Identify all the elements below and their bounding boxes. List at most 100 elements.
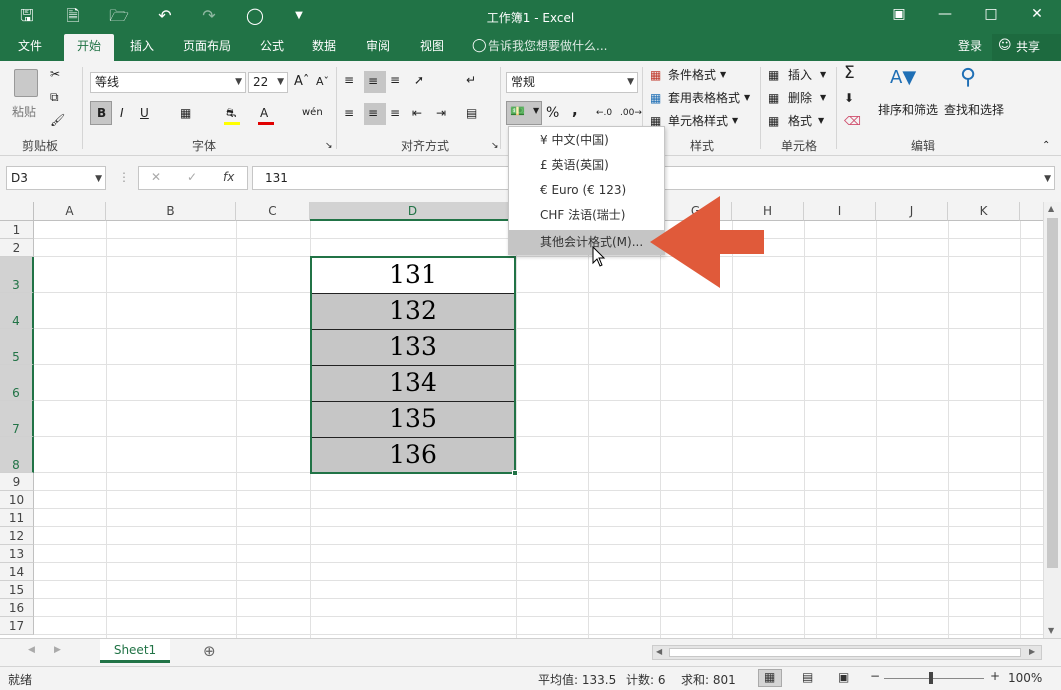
- row-header[interactable]: 6: [0, 365, 34, 401]
- cell-d3[interactable]: 131: [312, 260, 514, 289]
- underline-button[interactable]: U: [140, 104, 149, 122]
- zoom-slider-thumb[interactable]: [929, 672, 933, 684]
- decrease-indent-icon[interactable]: ⇤: [412, 104, 422, 122]
- tab-file[interactable]: 文件: [8, 34, 52, 61]
- vertical-scrollbar[interactable]: ▲ ▼: [1043, 202, 1061, 638]
- font-name-select[interactable]: 等线 ▼: [90, 72, 246, 93]
- fill-icon[interactable]: ⬇: [844, 89, 854, 107]
- orientation-icon[interactable]: ➚: [414, 71, 424, 89]
- merge-center-icon[interactable]: ▤: [466, 104, 477, 122]
- tab-review[interactable]: 审阅: [356, 34, 400, 61]
- horizontal-scrollbar[interactable]: ◀ ▶: [652, 645, 1042, 660]
- h-scroll-thumb[interactable]: [669, 648, 1021, 657]
- insert-cells-button[interactable]: 插入: [788, 66, 812, 84]
- align-left-icon[interactable]: ≡: [344, 104, 354, 122]
- cell-d7[interactable]: 135: [312, 404, 514, 433]
- next-sheet-icon[interactable]: ▶: [54, 645, 61, 655]
- column-header[interactable]: D: [310, 202, 516, 221]
- scroll-up-icon[interactable]: ▲: [1048, 204, 1054, 213]
- scroll-left-icon[interactable]: ◀: [656, 647, 662, 656]
- login-link[interactable]: 登录: [950, 34, 990, 61]
- font-size-select[interactable]: 22 ▼: [248, 72, 288, 93]
- row-header[interactable]: 17: [0, 617, 34, 635]
- row-header[interactable]: 5: [0, 329, 34, 365]
- menu-item-cny[interactable]: ¥ 中文(中国): [509, 128, 664, 153]
- copy-icon[interactable]: ⧉: [50, 88, 59, 106]
- insert-function-button[interactable]: fx: [223, 170, 234, 184]
- align-bottom-icon[interactable]: ≡: [390, 71, 400, 89]
- tab-insert[interactable]: 插入: [120, 34, 164, 61]
- cell-styles-button[interactable]: 单元格样式: [668, 112, 728, 130]
- cut-icon[interactable]: ✂: [50, 65, 60, 83]
- delete-cells-button[interactable]: 删除: [788, 89, 812, 107]
- row-header[interactable]: 10: [0, 491, 34, 509]
- row-header[interactable]: 11: [0, 509, 34, 527]
- cell-d6[interactable]: 134: [312, 368, 514, 397]
- scroll-thumb[interactable]: [1047, 218, 1058, 568]
- borders-icon[interactable]: ▦: [180, 104, 191, 122]
- row-header[interactable]: 16: [0, 599, 34, 617]
- phonetic-icon[interactable]: wén: [302, 104, 323, 122]
- select-all-button[interactable]: [0, 202, 34, 221]
- find-select-button[interactable]: ⚲ 查找和选择: [942, 65, 1006, 121]
- row-header[interactable]: 4: [0, 293, 34, 329]
- scroll-right-icon[interactable]: ▶: [1029, 647, 1035, 656]
- comma-button[interactable]: ,: [572, 101, 578, 119]
- page-break-view-icon[interactable]: ▣: [838, 670, 849, 684]
- dialog-launcher-icon[interactable]: ↘: [491, 137, 499, 155]
- cancel-icon[interactable]: ✕: [151, 170, 161, 184]
- conditional-format-button[interactable]: 条件格式: [668, 66, 716, 84]
- increase-decimal-icon[interactable]: ←.0: [596, 104, 612, 122]
- share-button[interactable]: ☺ 共享: [992, 34, 1061, 61]
- accounting-format-button[interactable]: 💵 ▼: [506, 101, 542, 125]
- column-header[interactable]: C: [236, 202, 310, 221]
- zoom-out-icon[interactable]: −: [870, 669, 880, 683]
- align-right-icon[interactable]: ≡: [390, 104, 400, 122]
- menu-item-gbp[interactable]: £ 英语(英国): [509, 153, 664, 178]
- row-header[interactable]: 3: [0, 257, 34, 293]
- row-header[interactable]: 7: [0, 401, 34, 437]
- align-top-icon[interactable]: ≡: [344, 71, 354, 89]
- fill-color-icon[interactable]: ⛐: [226, 104, 236, 122]
- row-header[interactable]: 14: [0, 563, 34, 581]
- column-header[interactable]: I: [804, 202, 876, 221]
- tell-me-input[interactable]: 告诉我您想要做什么...: [488, 34, 628, 61]
- sort-filter-button[interactable]: A▼ 排序和筛选: [876, 65, 940, 121]
- ribbon-display-icon[interactable]: ▣: [884, 6, 914, 22]
- add-sheet-icon[interactable]: ⊕: [203, 642, 216, 660]
- column-header[interactable]: J: [876, 202, 948, 221]
- column-header[interactable]: A: [34, 202, 106, 221]
- row-header[interactable]: 12: [0, 527, 34, 545]
- collapse-ribbon-icon[interactable]: ⌃: [1042, 137, 1050, 155]
- menu-item-chf[interactable]: CHF 法语(瑞士): [509, 203, 664, 228]
- paste-button[interactable]: 粘贴: [10, 67, 44, 119]
- format-cells-button[interactable]: 格式: [788, 112, 812, 130]
- percent-button[interactable]: %: [546, 104, 559, 122]
- worksheet-grid[interactable]: A B C D E F G H I J K 1 2 3 4 5 6 7 8 9 …: [0, 202, 1043, 638]
- number-format-select[interactable]: 常规 ▼: [506, 72, 638, 93]
- close-icon[interactable]: ✕: [1022, 6, 1052, 22]
- format-as-table-button[interactable]: 套用表格格式: [668, 89, 740, 107]
- menu-item-more-accounting[interactable]: 其他会计格式(M)...: [509, 230, 664, 255]
- font-color-icon[interactable]: A: [260, 104, 268, 122]
- format-painter-icon[interactable]: 🖌: [50, 111, 65, 129]
- wrap-text-icon[interactable]: ↵: [466, 71, 476, 89]
- menu-item-eur[interactable]: € Euro (€ 123): [509, 178, 664, 203]
- column-header[interactable]: B: [106, 202, 236, 221]
- dialog-launcher-icon[interactable]: ↘: [325, 137, 333, 155]
- tab-data[interactable]: 数据: [302, 34, 346, 61]
- row-header[interactable]: 15: [0, 581, 34, 599]
- italic-button[interactable]: I: [120, 104, 124, 122]
- scroll-down-icon[interactable]: ▼: [1048, 626, 1054, 635]
- column-header[interactable]: K: [948, 202, 1020, 221]
- row-header[interactable]: 8: [0, 437, 34, 473]
- row-header[interactable]: 13: [0, 545, 34, 563]
- row-header[interactable]: 9: [0, 473, 34, 491]
- name-box[interactable]: D3 ▼: [6, 166, 106, 190]
- decrease-decimal-icon[interactable]: .00→: [620, 104, 642, 122]
- grow-font-icon[interactable]: Aˆ: [294, 73, 309, 91]
- fill-handle[interactable]: [512, 470, 518, 476]
- tab-view[interactable]: 视图: [410, 34, 454, 61]
- cell-d5[interactable]: 133: [312, 332, 514, 361]
- maximize-icon[interactable]: □: [976, 6, 1006, 22]
